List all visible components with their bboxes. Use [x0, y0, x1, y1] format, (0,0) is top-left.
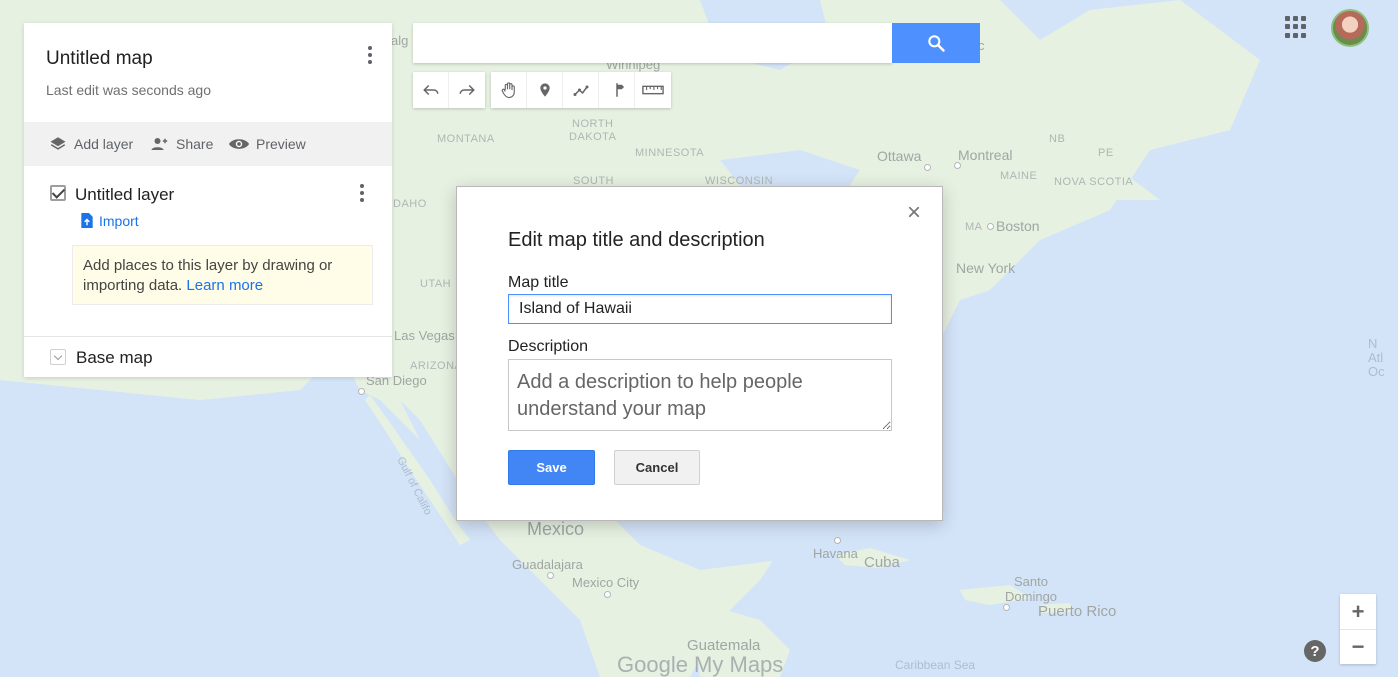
redo-button[interactable]: [449, 72, 485, 108]
map-options-kebab-icon[interactable]: [362, 43, 378, 67]
hand-icon: [501, 82, 515, 99]
share-label: Share: [176, 136, 214, 152]
draw-line-icon: [573, 85, 588, 96]
eye-icon: [228, 139, 250, 149]
draw-line-button[interactable]: [563, 72, 599, 108]
add-marker-button[interactable]: [527, 72, 563, 108]
pan-tool-button[interactable]: [491, 72, 527, 108]
base-map-expand-icon[interactable]: [50, 349, 66, 365]
map-details-panel: Untitled map Last edit was seconds ago A…: [24, 23, 392, 377]
tools-group: [491, 72, 671, 108]
learn-more-link[interactable]: Learn more: [186, 277, 263, 294]
panel-actions-bar: Add layer Share Preview: [24, 122, 392, 166]
redo-icon: [459, 84, 475, 96]
help-button[interactable]: ?: [1304, 640, 1326, 662]
search-button[interactable]: [892, 23, 980, 63]
map-title[interactable]: Untitled map: [46, 48, 153, 70]
search-icon: [928, 35, 945, 52]
map-title-label: Map title: [508, 274, 569, 291]
add-layer-button[interactable]: Add layer: [48, 133, 133, 155]
close-icon[interactable]: ×: [904, 201, 924, 225]
search-input[interactable]: [413, 23, 892, 63]
save-button[interactable]: Save: [508, 450, 595, 485]
map-toolbar: [413, 72, 677, 108]
avatar[interactable]: [1331, 9, 1369, 47]
zoom-out-button[interactable]: −: [1340, 629, 1376, 664]
zoom-control: + −: [1340, 594, 1376, 664]
cancel-button[interactable]: Cancel: [614, 450, 700, 485]
add-layer-label: Add layer: [74, 136, 134, 152]
undo-button[interactable]: [413, 72, 449, 108]
directions-button[interactable]: [599, 72, 635, 108]
measure-button[interactable]: [635, 72, 671, 108]
undo-icon: [422, 84, 438, 96]
apps-grid-icon[interactable]: [1285, 16, 1307, 38]
zoom-in-button[interactable]: +: [1340, 594, 1376, 629]
layer-options-kebab-icon[interactable]: [354, 181, 370, 205]
import-link[interactable]: Import: [80, 212, 139, 229]
panel-divider: [24, 336, 392, 337]
marker-icon: [539, 83, 550, 97]
directions-icon: [615, 83, 624, 97]
dialog-title: Edit map title and description: [508, 229, 765, 251]
layer-title[interactable]: Untitled layer: [75, 185, 174, 205]
layer-hint-box: Add places to this layer by drawing or i…: [72, 245, 373, 305]
google-my-maps-logo: Google My Maps: [617, 652, 784, 677]
description-label: Description: [508, 338, 589, 355]
layer-visibility-checkbox[interactable]: [50, 185, 66, 201]
preview-button[interactable]: Preview: [228, 133, 306, 155]
import-file-icon: [81, 212, 93, 229]
add-person-icon: [151, 138, 168, 150]
share-button[interactable]: Share: [148, 133, 213, 155]
layers-icon: [50, 137, 66, 150]
last-edit-status: Last edit was seconds ago: [46, 82, 211, 98]
map-title-input[interactable]: [508, 294, 892, 324]
preview-label: Preview: [256, 136, 306, 152]
description-textarea[interactable]: [508, 359, 892, 431]
import-label: Import: [99, 212, 139, 229]
undo-redo-group: [413, 72, 485, 108]
ruler-icon: [642, 85, 664, 95]
edit-map-dialog: × Edit map title and description Map tit…: [456, 186, 943, 521]
base-map-label[interactable]: Base map: [76, 348, 153, 368]
